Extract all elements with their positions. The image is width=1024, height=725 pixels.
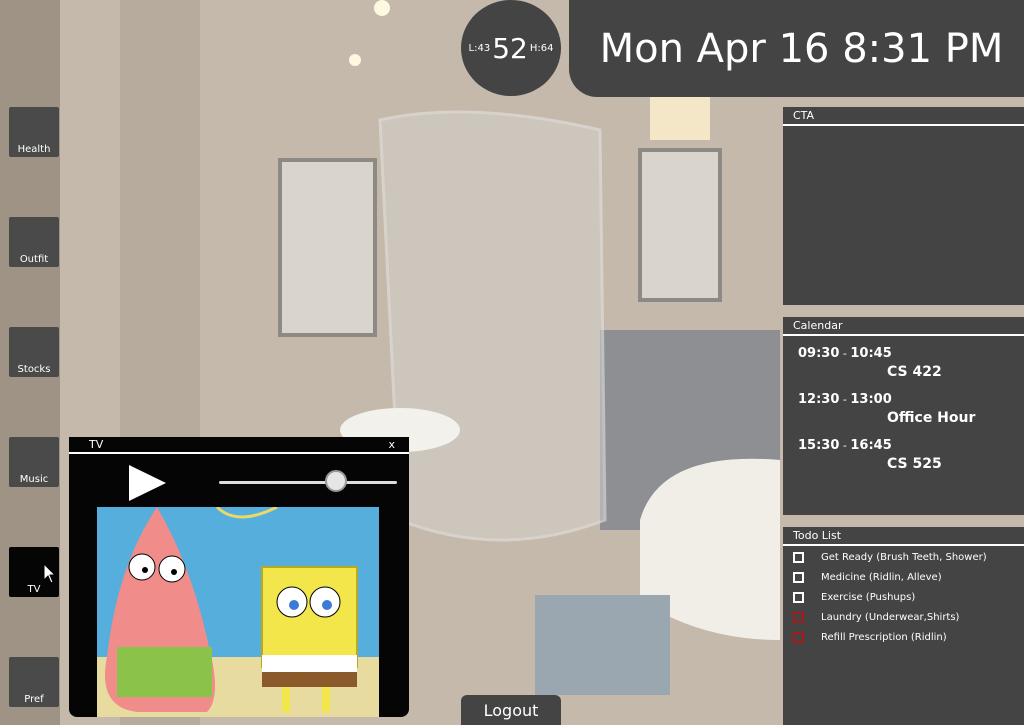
event-name: CS 525 xyxy=(887,456,942,472)
event-time: 15:30 - 16:45 xyxy=(798,438,892,453)
weather-low: L:43 xyxy=(468,42,491,54)
sidebar-item-outfit[interactable]: Outfit xyxy=(9,217,59,267)
todo-item[interactable]: Laundry (Underwear,Shirts) xyxy=(783,607,1024,627)
calendar-event: 12:30 - 13:00 Office Hour xyxy=(783,392,1024,426)
clock-display: Mon Apr 16 8:31 PM xyxy=(569,0,1024,97)
event-start: 15:30 xyxy=(798,438,840,453)
todo-checkbox[interactable] xyxy=(793,591,804,603)
logout-button[interactable]: Logout xyxy=(461,695,561,725)
cta-panel: CTA xyxy=(783,107,1024,305)
tv-title: TV xyxy=(89,438,104,451)
volume-slider-knob[interactable] xyxy=(325,470,348,492)
calendar-panel: Calendar 09:30 - 10:45 CS 422 12:30 - 13… xyxy=(783,317,1024,515)
volume-slider-track[interactable] xyxy=(219,481,397,484)
todo-item[interactable]: Medicine (Ridlin, Alleve) xyxy=(783,567,1024,587)
video-frame[interactable] xyxy=(97,507,379,717)
todo-checkbox[interactable] xyxy=(793,631,804,643)
todo-checkbox[interactable] xyxy=(793,551,804,563)
event-name: Office Hour xyxy=(887,410,976,426)
todo-text: Laundry (Underwear,Shirts) xyxy=(821,611,960,623)
calendar-event: 15:30 - 16:45 CS 525 xyxy=(783,438,1024,472)
event-start: 09:30 xyxy=(798,346,840,361)
weather-widget: L:43 52 H:64 xyxy=(461,0,561,96)
todo-item[interactable]: Exercise (Pushups) xyxy=(783,587,1024,607)
tv-close-button[interactable]: x xyxy=(388,437,395,452)
tv-window: TV x xyxy=(69,437,409,717)
cartoon-video-still xyxy=(97,507,379,717)
todo-text: Refill Prescription (Ridlin) xyxy=(821,631,947,643)
clock-datetime: Mon Apr 16 8:31 PM xyxy=(599,25,1004,72)
todo-text: Get Ready (Brush Teeth, Shower) xyxy=(821,551,987,563)
weather-high: H:64 xyxy=(529,42,554,54)
tv-header: TV x xyxy=(69,437,409,454)
sidebar-item-stocks[interactable]: Stocks xyxy=(9,327,59,377)
todo-text: Exercise (Pushups) xyxy=(821,591,916,603)
calendar-event: 09:30 - 10:45 CS 422 xyxy=(783,346,1024,380)
todo-checkbox[interactable] xyxy=(793,571,804,583)
event-end: 16:45 xyxy=(850,438,892,453)
sidebar-item-music[interactable]: Music xyxy=(9,437,59,487)
cta-title: CTA xyxy=(783,107,1024,126)
calendar-title: Calendar xyxy=(783,317,1024,336)
event-end: 10:45 xyxy=(850,346,892,361)
mouse-cursor-icon xyxy=(43,563,57,584)
event-end: 13:00 xyxy=(850,392,892,407)
todo-title: Todo List xyxy=(783,527,1024,546)
event-name: CS 422 xyxy=(887,364,942,380)
todo-checkbox[interactable] xyxy=(793,611,804,623)
todo-panel: Todo List Get Ready (Brush Teeth, Shower… xyxy=(783,527,1024,725)
weather-current-temp: 52 xyxy=(492,31,528,65)
todo-item[interactable]: Refill Prescription (Ridlin) xyxy=(783,627,1024,647)
todo-item[interactable]: Get Ready (Brush Teeth, Shower) xyxy=(783,547,1024,567)
sidebar-item-health[interactable]: Health xyxy=(9,107,59,157)
event-start: 12:30 xyxy=(798,392,840,407)
event-time: 09:30 - 10:45 xyxy=(798,346,892,361)
event-time: 12:30 - 13:00 xyxy=(798,392,892,407)
sidebar-item-pref[interactable]: Pref xyxy=(9,657,59,707)
todo-text: Medicine (Ridlin, Alleve) xyxy=(821,571,942,583)
play-icon[interactable] xyxy=(129,465,166,501)
